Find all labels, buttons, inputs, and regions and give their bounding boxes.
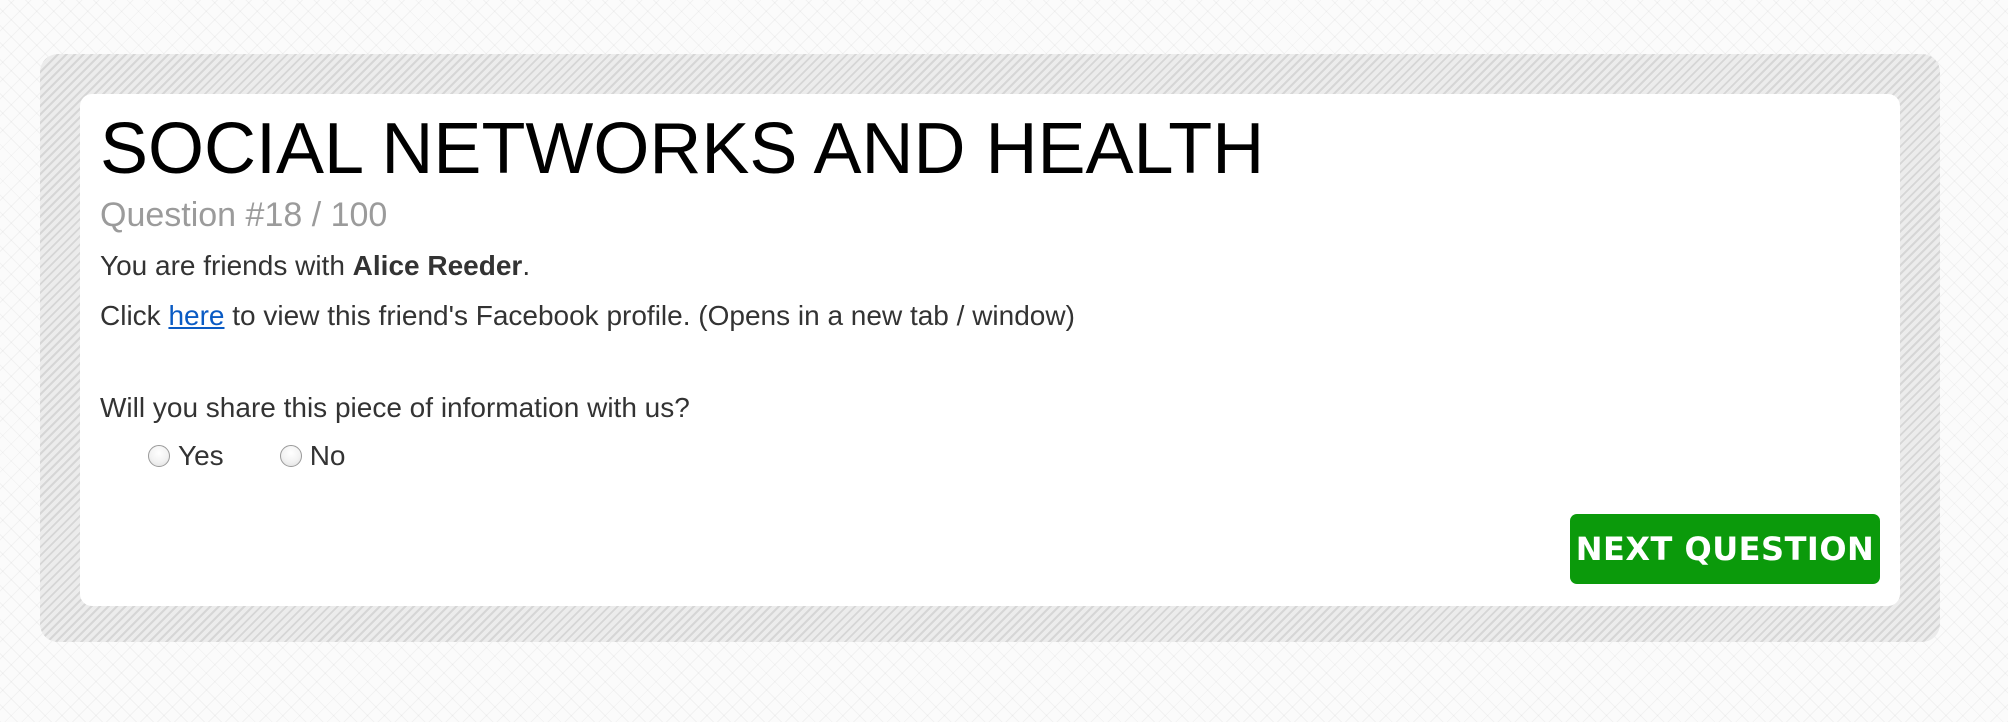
share-options: Yes No xyxy=(148,440,401,472)
profile-instruction: Click here to view this friend's Faceboo… xyxy=(100,300,1075,332)
next-question-button[interactable]: NEXT QUESTION xyxy=(1570,514,1880,584)
page-title: SOCIAL NETWORKS AND HEALTH xyxy=(100,109,1265,189)
option-no-label: No xyxy=(309,440,346,471)
option-yes[interactable]: Yes xyxy=(148,440,224,472)
share-question: Will you share this piece of information… xyxy=(100,392,690,423)
friend-statement-prefix: You are friends with xyxy=(100,250,353,281)
yes-radio[interactable] xyxy=(148,445,170,467)
profile-instruction-suffix: to view this friend's Facebook profile. … xyxy=(224,300,1075,331)
friend-statement-suffix: . xyxy=(522,250,531,281)
question-progress: Question #18 / 100 xyxy=(100,196,388,234)
friend-name: Alice Reeder xyxy=(352,250,523,281)
option-yes-label: Yes xyxy=(178,440,224,471)
option-no[interactable]: No xyxy=(279,440,346,472)
survey-panel: SOCIAL NETWORKS AND HEALTH Question #18 … xyxy=(80,94,1900,606)
friend-statement: You are friends with Alice Reeder. xyxy=(100,250,530,282)
no-radio[interactable] xyxy=(279,445,302,467)
facebook-profile-link[interactable]: here xyxy=(168,300,224,331)
profile-instruction-prefix: Click xyxy=(100,300,169,331)
